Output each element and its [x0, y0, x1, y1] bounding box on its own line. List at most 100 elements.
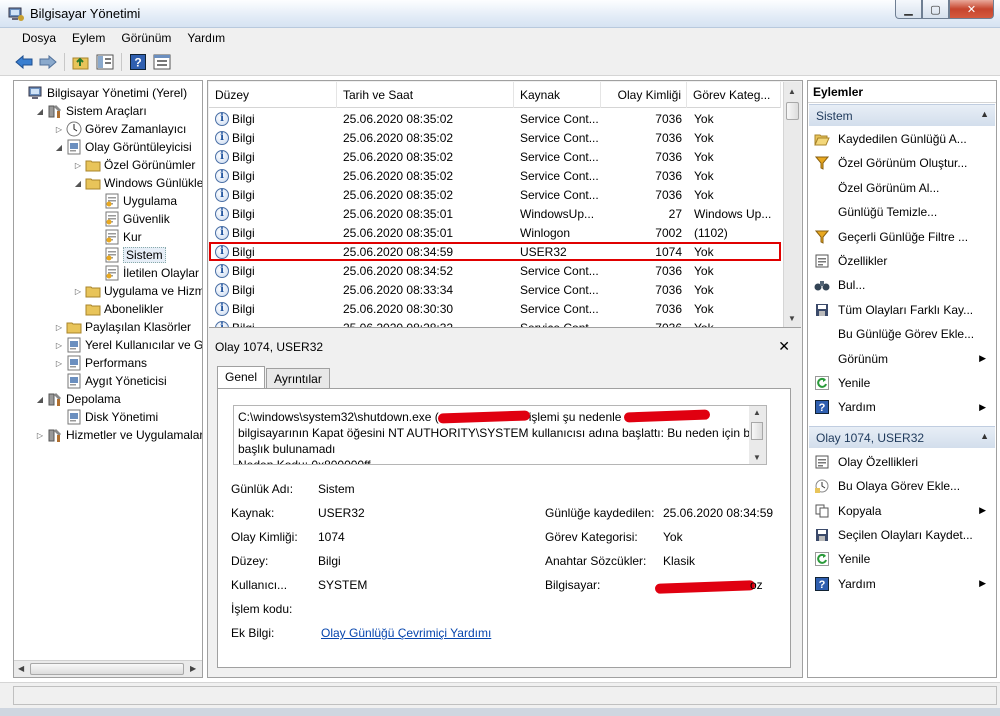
event-row[interactable]: i Bilgi 25.06.2020 08:35:01 WindowsUp... 27 W… — [209, 204, 781, 223]
tree-item[interactable]: Aygıt Yöneticisi — [54, 372, 167, 390]
action-item[interactable]: Kaydedilen Günlüğü A... — [808, 127, 996, 151]
menu-view[interactable]: Görünüm — [113, 28, 179, 48]
menu-file[interactable]: Dosya — [14, 28, 64, 48]
tree-item[interactable]: ▷ Uygulama ve Hizme — [73, 282, 202, 300]
tree-item[interactable]: ◢ Olay Görüntüleyicisi — [54, 138, 192, 156]
action-item[interactable]: Yenile — [808, 371, 996, 395]
action-item[interactable]: Olay Özellikleri — [808, 450, 996, 474]
close-button[interactable]: ✕ — [949, 0, 994, 19]
tree-expander-icon[interactable]: ◢ — [35, 107, 45, 116]
close-detail-icon[interactable]: ✕ — [778, 338, 790, 355]
menu-action[interactable]: Eylem — [64, 28, 113, 48]
event-row[interactable]: i Bilgi 25.06.2020 08:30:30 Service Cont...… — [209, 299, 781, 318]
action-item[interactable]: Özellikler — [808, 249, 996, 273]
tree-item[interactable]: Uygulama — [92, 192, 177, 210]
column-event-id[interactable]: Olay Kimliği — [601, 82, 687, 108]
column-level[interactable]: Düzey — [209, 82, 337, 108]
cell-event-id-text: 7036 — [655, 149, 682, 164]
minimize-button[interactable]: ▁ — [895, 0, 922, 19]
tree-item[interactable]: ▷ Özel Görünümler — [73, 156, 195, 174]
action-item[interactable]: Bul... — [808, 273, 996, 297]
tree-item[interactable]: ▷ Performans — [54, 354, 147, 372]
cell-date-time: 25.06.2020 08:35:02 — [343, 185, 514, 204]
tree-item[interactable]: Disk Yönetimi — [54, 408, 158, 426]
action-item[interactable]: Bu Olaya Görev Ekle... — [808, 474, 996, 498]
action-item[interactable]: ? Yardım ▶ — [808, 395, 996, 419]
properties-icon[interactable] — [152, 52, 172, 72]
action-item[interactable]: Görünüm ▶ — [808, 347, 996, 371]
tree-expander-icon[interactable]: ▷ — [35, 431, 45, 440]
status-bar — [0, 682, 1000, 708]
tree-item[interactable]: ◢ Depolama — [35, 390, 121, 408]
action-item[interactable]: Günlüğü Temizle... — [808, 200, 996, 224]
tree-item[interactable]: ◢ Windows Günlükleri — [73, 174, 202, 192]
tree-item[interactable]: ◢ Sistem Araçları — [35, 102, 147, 120]
event-row[interactable]: i Bilgi 25.06.2020 08:35:02 Service Cont...… — [209, 185, 781, 204]
tree-item[interactable]: ▷ Paylaşılan Klasörler — [54, 318, 191, 336]
tab-details[interactable]: Ayrıntılar — [266, 368, 330, 388]
tree-expander-icon[interactable]: ◢ — [73, 179, 83, 188]
tree-horizontal-scrollbar[interactable]: ◀ ▶ — [14, 660, 202, 677]
refresh-icon — [814, 551, 830, 567]
event-row[interactable]: i Bilgi 25.06.2020 08:34:52 Service Cont...… — [209, 261, 781, 280]
description-scrollbar[interactable]: ▲ ▼ — [749, 406, 766, 464]
action-item[interactable]: Özel Görünüm Al... — [808, 176, 996, 200]
action-item[interactable]: Tüm Olayları Farklı Kay... — [808, 298, 996, 322]
event-description[interactable]: C:\windows\system32\shutdown.exe (işlemi… — [233, 405, 767, 465]
forward-icon[interactable] — [38, 52, 58, 72]
back-icon[interactable] — [14, 52, 34, 72]
column-source[interactable]: Kaynak — [514, 82, 601, 108]
tree-item-label: Aygıt Yöneticisi — [85, 374, 167, 388]
tree-item[interactable]: Bilgisayar Yönetimi (Yerel) — [16, 84, 187, 102]
events-vertical-scrollbar[interactable]: ▲ ▼ — [783, 82, 801, 327]
maximize-button[interactable]: ▢ — [922, 0, 949, 19]
actions-group-event[interactable]: Olay 1074, USER32 ▲ — [809, 426, 995, 448]
action-item[interactable]: Geçerli Günlüğe Filtre ... — [808, 225, 996, 249]
tree-expander-icon[interactable]: ▷ — [73, 287, 83, 296]
event-row[interactable]: i Bilgi 25.06.2020 08:28:32 Service Cont...… — [209, 318, 781, 327]
tree-expander-icon[interactable]: ▷ — [54, 125, 64, 134]
column-date-time[interactable]: Tarih ve Saat — [337, 82, 514, 108]
tab-general[interactable]: Genel — [217, 366, 266, 388]
tree-item[interactable]: ▷ Yerel Kullanıcılar ve Gru — [54, 336, 202, 354]
collapse-icon[interactable]: ▲ — [980, 431, 989, 441]
online-help-link[interactable]: Olay Günlüğü Çevrimiçi Yardımı — [321, 626, 491, 640]
action-item[interactable]: Seçilen Olayları Kaydet... — [808, 523, 996, 547]
cell-level: i Bilgi — [209, 280, 337, 299]
action-item[interactable]: Bu Günlüğe Görev Ekle... — [808, 322, 996, 346]
window-title: Bilgisayar Yönetimi — [30, 6, 141, 21]
event-row[interactable]: i Bilgi 25.06.2020 08:35:02 Service Cont...… — [209, 109, 781, 128]
cell-source: Service Cont... — [520, 128, 601, 147]
tree-expander-icon[interactable]: ◢ — [54, 143, 64, 152]
tree-item[interactable]: ▷ Hizmetler ve Uygulamalar — [35, 426, 202, 444]
action-item[interactable]: Özel Görünüm Oluştur... — [808, 151, 996, 175]
menu-help[interactable]: Yardım — [179, 28, 233, 48]
event-row[interactable]: i Bilgi 25.06.2020 08:35:02 Service Cont...… — [209, 128, 781, 147]
help-icon[interactable]: ? — [128, 52, 148, 72]
tree-item[interactable]: ▷ Görev Zamanlayıcı — [54, 120, 186, 138]
tree-item[interactable]: Sistem — [92, 246, 166, 264]
tree-item[interactable]: Güvenlik — [92, 210, 170, 228]
action-item[interactable]: Kopyala ▶ — [808, 499, 996, 523]
tree-expander-icon[interactable]: ▷ — [54, 359, 64, 368]
up-folder-icon[interactable] — [71, 52, 91, 72]
action-item[interactable]: ? Yardım ▶ — [808, 572, 996, 596]
tree-expander-icon[interactable]: ▷ — [54, 341, 64, 350]
event-row[interactable]: i Bilgi 25.06.2020 08:34:59 USER32 1074 Yok — [209, 242, 781, 261]
event-row[interactable]: i Bilgi 25.06.2020 08:35:01 Winlogon 7002 (11… — [209, 223, 781, 242]
column-task-category[interactable]: Görev Kateg... — [687, 82, 781, 108]
event-row[interactable]: i Bilgi 25.06.2020 08:35:02 Service Cont...… — [209, 166, 781, 185]
action-item[interactable]: Yenile — [808, 547, 996, 571]
opcode-label: İşlem kodu: — [231, 602, 293, 616]
actions-group-system[interactable]: Sistem ▲ — [809, 104, 995, 126]
tree-expander-icon[interactable]: ▷ — [54, 323, 64, 332]
event-row[interactable]: i Bilgi 25.06.2020 08:35:02 Service Cont...… — [209, 147, 781, 166]
tree-item[interactable]: Kur — [92, 228, 142, 246]
tree-item[interactable]: Abonelikler — [73, 300, 163, 318]
tree-item[interactable]: İletilen Olaylar — [92, 264, 199, 282]
event-row[interactable]: i Bilgi 25.06.2020 08:33:34 Service Cont...… — [209, 280, 781, 299]
collapse-icon[interactable]: ▲ — [980, 109, 989, 119]
tree-expander-icon[interactable]: ◢ — [35, 395, 45, 404]
tree-expander-icon[interactable]: ▷ — [73, 161, 83, 170]
show-hide-tree-icon[interactable] — [95, 52, 115, 72]
